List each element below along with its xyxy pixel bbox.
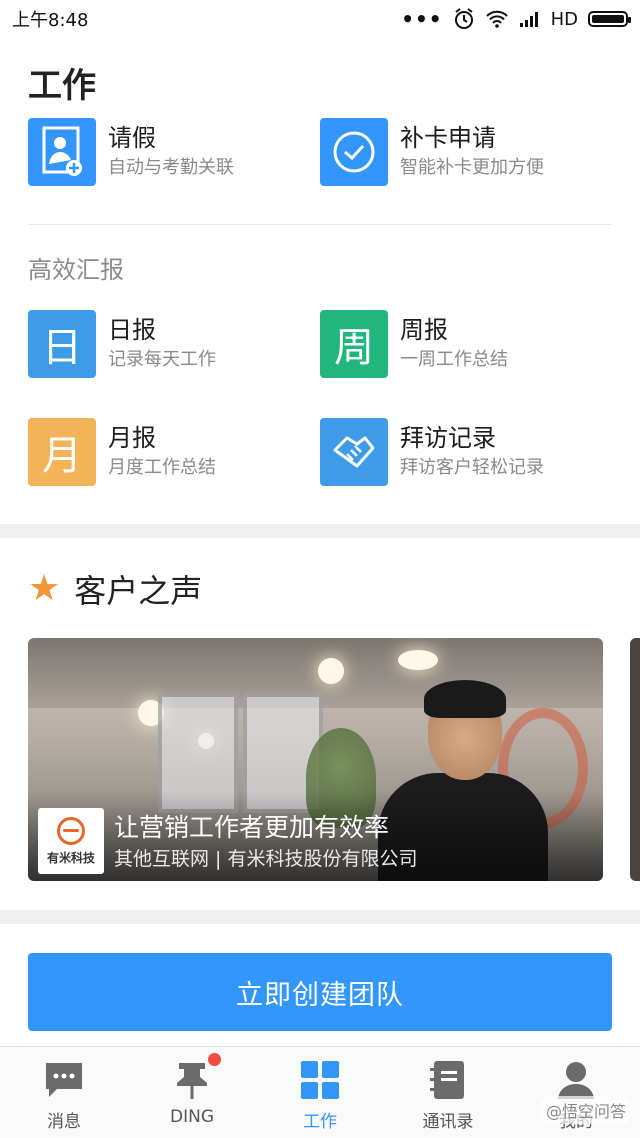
- app-weekly-report[interactable]: 周 周报 一周工作总结: [320, 310, 508, 378]
- battery-icon: [588, 11, 631, 27]
- leave-request-icon: [28, 118, 96, 186]
- handshake-icon: [320, 418, 388, 486]
- company-logo: 有米科技: [38, 808, 104, 874]
- monthly-report-icon: 月: [28, 418, 96, 486]
- section-separator: [0, 524, 640, 538]
- section-separator: [0, 910, 640, 924]
- divider: [28, 224, 612, 225]
- app-desc: 月度工作总结: [108, 457, 216, 478]
- notification-badge: [208, 1053, 221, 1066]
- user-icon: [555, 1059, 597, 1101]
- bottom-tab-bar: 消息 DING 工作 通讯录 我的: [0, 1046, 640, 1138]
- card-title: 让营销工作者更加有效率: [114, 813, 390, 842]
- weekly-report-icon: 周: [320, 310, 388, 378]
- tab-messages[interactable]: 消息: [0, 1047, 128, 1138]
- app-name: 日报: [108, 316, 156, 344]
- app-clock-in-correction[interactable]: 补卡申请 智能补卡更加方便: [320, 118, 544, 186]
- app-visit-record[interactable]: 拜访记录 拜访客户轻松记录: [320, 418, 544, 486]
- app-name: 周报: [400, 316, 448, 344]
- app-desc: 拜访客户轻松记录: [400, 457, 544, 478]
- wifi-icon: [485, 10, 508, 28]
- customer-voice-title: 客户之声: [74, 572, 203, 610]
- create-team-button[interactable]: 立即创建团队: [28, 953, 612, 1031]
- status-time: 上午8:48: [12, 10, 89, 31]
- tab-label: DING: [170, 1107, 214, 1127]
- signal-icon: [519, 12, 538, 27]
- app-leave[interactable]: 请假 自动与考勤关联: [28, 118, 234, 186]
- app-monthly-report[interactable]: 月 月报 月度工作总结: [28, 418, 216, 486]
- app-name: 请假: [108, 124, 156, 152]
- network-type: HD: [550, 8, 578, 30]
- contacts-icon: [427, 1059, 469, 1101]
- next-card-peek[interactable]: [630, 638, 640, 881]
- clock-icon: [320, 118, 388, 186]
- tab-label: 工作: [303, 1112, 337, 1132]
- alarm-icon: [454, 8, 473, 29]
- tab-contacts[interactable]: 通讯录: [384, 1047, 512, 1138]
- section-label: 高效汇报: [28, 256, 124, 284]
- daily-report-icon: 日: [28, 310, 96, 378]
- status-bar: 上午8:48 ••• HD: [0, 0, 640, 38]
- app-daily-report[interactable]: 日 日报 记录每天工作: [28, 310, 216, 378]
- tab-ding[interactable]: DING: [128, 1047, 256, 1138]
- tab-label: 消息: [47, 1112, 81, 1132]
- pin-icon: [171, 1053, 221, 1101]
- app-name: 月报: [108, 424, 156, 452]
- card-subtitle: 其他互联网 | 有米科技股份有限公司: [114, 848, 418, 870]
- company-logo-mark-icon: [57, 816, 85, 845]
- tab-label: 通讯录: [422, 1112, 474, 1132]
- app-name: 拜访记录: [400, 424, 496, 452]
- company-logo-text: 有米科技: [46, 850, 95, 865]
- customer-voice-header: ★ 客户之声: [28, 566, 202, 612]
- grid-icon: [299, 1059, 341, 1101]
- app-desc: 智能补卡更加方便: [400, 157, 544, 178]
- tab-me[interactable]: 我的: [512, 1047, 640, 1138]
- more-dots-icon: •••: [401, 7, 443, 31]
- page-title: 工作: [28, 66, 96, 106]
- message-icon: [43, 1059, 85, 1101]
- watermark: @悟空问答: [539, 1096, 632, 1124]
- app-name: 补卡申请: [400, 124, 496, 152]
- app-desc: 记录每天工作: [108, 349, 216, 370]
- star-icon: ★: [28, 568, 61, 609]
- tab-work[interactable]: 工作: [256, 1047, 384, 1138]
- app-desc: 自动与考勤关联: [108, 157, 234, 178]
- customer-story-card[interactable]: 有米科技 让营销工作者更加有效率 其他互联网 | 有米科技股份有限公司: [28, 638, 603, 881]
- app-desc: 一周工作总结: [400, 349, 508, 370]
